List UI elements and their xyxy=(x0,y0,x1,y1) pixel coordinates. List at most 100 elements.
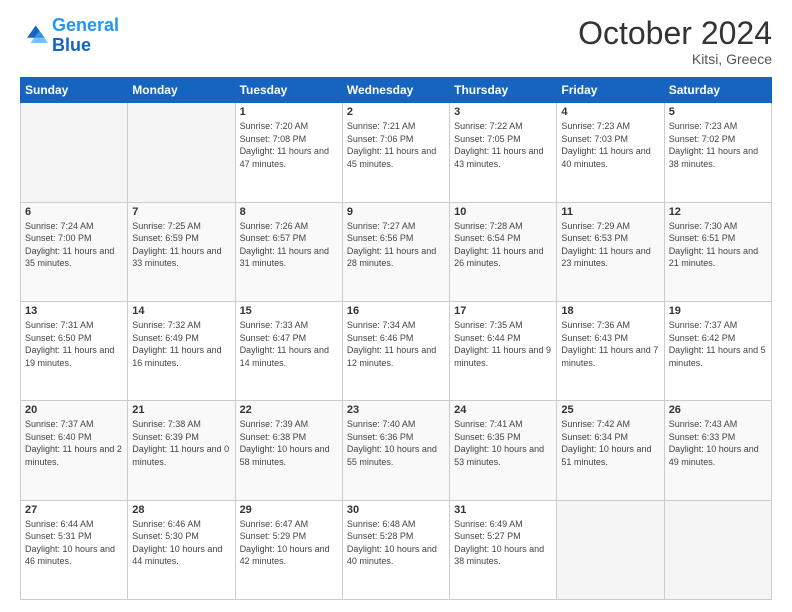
location: Kitsi, Greece xyxy=(578,51,772,67)
calendar-cell: 22 Sunrise: 7:39 AM Sunset: 6:38 PM Dayli… xyxy=(235,401,342,500)
day-info: Sunrise: 7:22 AM Sunset: 7:05 PM Dayligh… xyxy=(454,120,552,170)
day-number: 17 xyxy=(454,305,552,317)
day-number: 20 xyxy=(25,404,123,416)
calendar-cell: 19 Sunrise: 7:37 AM Sunset: 6:42 PM Dayli… xyxy=(664,301,771,400)
day-number: 11 xyxy=(561,206,659,218)
weekday-saturday: Saturday xyxy=(664,78,771,103)
day-info: Sunrise: 6:47 AM Sunset: 5:29 PM Dayligh… xyxy=(240,518,338,568)
day-number: 25 xyxy=(561,404,659,416)
day-number: 8 xyxy=(240,206,338,218)
month-title: October 2024 xyxy=(578,16,772,51)
day-number: 12 xyxy=(669,206,767,218)
weekday-monday: Monday xyxy=(128,78,235,103)
day-info: Sunrise: 7:24 AM Sunset: 7:00 PM Dayligh… xyxy=(25,220,123,270)
calendar-cell: 26 Sunrise: 7:43 AM Sunset: 6:33 PM Dayli… xyxy=(664,401,771,500)
calendar-cell: 24Sunrise: 7:41 AM Sunset: 6:35 PM Dayli… xyxy=(450,401,557,500)
day-number: 13 xyxy=(25,305,123,317)
day-number: 30 xyxy=(347,504,445,516)
day-info: Sunrise: 7:40 AM Sunset: 6:36 PM Dayligh… xyxy=(347,418,445,468)
day-number: 2 xyxy=(347,106,445,118)
day-info: Sunrise: 7:26 AM Sunset: 6:57 PM Dayligh… xyxy=(240,220,338,270)
day-info: Sunrise: 7:28 AM Sunset: 6:54 PM Dayligh… xyxy=(454,220,552,270)
weekday-header-row: SundayMondayTuesdayWednesdayThursdayFrid… xyxy=(21,78,772,103)
day-info: Sunrise: 7:21 AM Sunset: 7:06 PM Dayligh… xyxy=(347,120,445,170)
day-info: Sunrise: 7:43 AM Sunset: 6:33 PM Dayligh… xyxy=(669,418,767,468)
calendar-cell: 15Sunrise: 7:33 AM Sunset: 6:47 PM Dayli… xyxy=(235,301,342,400)
day-number: 18 xyxy=(561,305,659,317)
calendar-cell: 23Sunrise: 7:40 AM Sunset: 6:36 PM Dayli… xyxy=(342,401,449,500)
day-number: 6 xyxy=(25,206,123,218)
day-info: Sunrise: 7:37 AM Sunset: 6:40 PM Dayligh… xyxy=(25,418,123,468)
calendar-cell: 27 Sunrise: 6:44 AM Sunset: 5:31 PM Dayli… xyxy=(21,500,128,599)
logo-icon xyxy=(20,22,48,50)
calendar-cell xyxy=(557,500,664,599)
day-info: Sunrise: 7:27 AM Sunset: 6:56 PM Dayligh… xyxy=(347,220,445,270)
day-number: 22 xyxy=(240,404,338,416)
calendar-cell: 31 Sunrise: 6:49 AM Sunset: 5:27 PM Dayli… xyxy=(450,500,557,599)
calendar-cell: 14Sunrise: 7:32 AM Sunset: 6:49 PM Dayli… xyxy=(128,301,235,400)
day-info: Sunrise: 7:42 AM Sunset: 6:34 PM Dayligh… xyxy=(561,418,659,468)
calendar-week-row: 13 Sunrise: 7:31 AM Sunset: 6:50 PM Dayli… xyxy=(21,301,772,400)
calendar-cell: 12 Sunrise: 7:30 AM Sunset: 6:51 PM Dayli… xyxy=(664,202,771,301)
day-number: 21 xyxy=(132,404,230,416)
calendar-cell: 21Sunrise: 7:38 AM Sunset: 6:39 PM Dayli… xyxy=(128,401,235,500)
weekday-sunday: Sunday xyxy=(21,78,128,103)
calendar-cell xyxy=(128,103,235,202)
day-info: Sunrise: 7:37 AM Sunset: 6:42 PM Dayligh… xyxy=(669,319,767,369)
day-info: Sunrise: 6:44 AM Sunset: 5:31 PM Dayligh… xyxy=(25,518,123,568)
calendar-cell: 28Sunrise: 6:46 AM Sunset: 5:30 PM Dayli… xyxy=(128,500,235,599)
calendar-cell: 8 Sunrise: 7:26 AM Sunset: 6:57 PM Daylig… xyxy=(235,202,342,301)
day-info: Sunrise: 6:49 AM Sunset: 5:27 PM Dayligh… xyxy=(454,518,552,568)
day-info: Sunrise: 7:25 AM Sunset: 6:59 PM Dayligh… xyxy=(132,220,230,270)
day-info: Sunrise: 6:48 AM Sunset: 5:28 PM Dayligh… xyxy=(347,518,445,568)
day-number: 9 xyxy=(347,206,445,218)
day-info: Sunrise: 7:29 AM Sunset: 6:53 PM Dayligh… xyxy=(561,220,659,270)
title-block: October 2024 Kitsi, Greece xyxy=(578,16,772,67)
calendar-cell: 20 Sunrise: 7:37 AM Sunset: 6:40 PM Dayli… xyxy=(21,401,128,500)
calendar-cell: 11 Sunrise: 7:29 AM Sunset: 6:53 PM Dayli… xyxy=(557,202,664,301)
calendar-cell: 1Sunrise: 7:20 AM Sunset: 7:08 PM Daylig… xyxy=(235,103,342,202)
day-number: 5 xyxy=(669,106,767,118)
calendar-week-row: 27 Sunrise: 6:44 AM Sunset: 5:31 PM Dayli… xyxy=(21,500,772,599)
day-info: Sunrise: 7:30 AM Sunset: 6:51 PM Dayligh… xyxy=(669,220,767,270)
logo-line1: General xyxy=(52,15,119,35)
logo-line2: Blue xyxy=(52,35,91,55)
day-number: 31 xyxy=(454,504,552,516)
day-number: 10 xyxy=(454,206,552,218)
calendar-cell: 6 Sunrise: 7:24 AM Sunset: 7:00 PM Daylig… xyxy=(21,202,128,301)
calendar-cell: 25 Sunrise: 7:42 AM Sunset: 6:34 PM Dayli… xyxy=(557,401,664,500)
calendar-cell: 10 Sunrise: 7:28 AM Sunset: 6:54 PM Dayli… xyxy=(450,202,557,301)
day-info: Sunrise: 7:23 AM Sunset: 7:03 PM Dayligh… xyxy=(561,120,659,170)
calendar-page: General Blue October 2024 Kitsi, Greece … xyxy=(0,0,792,612)
day-number: 1 xyxy=(240,106,338,118)
day-number: 29 xyxy=(240,504,338,516)
calendar-cell xyxy=(21,103,128,202)
page-header: General Blue October 2024 Kitsi, Greece xyxy=(20,16,772,67)
day-number: 27 xyxy=(25,504,123,516)
calendar-cell: 9 Sunrise: 7:27 AM Sunset: 6:56 PM Daylig… xyxy=(342,202,449,301)
calendar-week-row: 6 Sunrise: 7:24 AM Sunset: 7:00 PM Daylig… xyxy=(21,202,772,301)
day-info: Sunrise: 7:34 AM Sunset: 6:46 PM Dayligh… xyxy=(347,319,445,369)
day-number: 4 xyxy=(561,106,659,118)
day-info: Sunrise: 6:46 AM Sunset: 5:30 PM Dayligh… xyxy=(132,518,230,568)
day-info: Sunrise: 7:32 AM Sunset: 6:49 PM Dayligh… xyxy=(132,319,230,369)
calendar-table: SundayMondayTuesdayWednesdayThursdayFrid… xyxy=(20,77,772,600)
logo: General Blue xyxy=(20,16,119,56)
day-info: Sunrise: 7:31 AM Sunset: 6:50 PM Dayligh… xyxy=(25,319,123,369)
day-number: 26 xyxy=(669,404,767,416)
calendar-cell: 18Sunrise: 7:36 AM Sunset: 6:43 PM Dayli… xyxy=(557,301,664,400)
calendar-cell: 30 Sunrise: 6:48 AM Sunset: 5:28 PM Dayli… xyxy=(342,500,449,599)
calendar-cell xyxy=(664,500,771,599)
day-info: Sunrise: 7:23 AM Sunset: 7:02 PM Dayligh… xyxy=(669,120,767,170)
calendar-cell: 29 Sunrise: 6:47 AM Sunset: 5:29 PM Dayli… xyxy=(235,500,342,599)
weekday-wednesday: Wednesday xyxy=(342,78,449,103)
logo-text: General Blue xyxy=(52,16,119,56)
day-info: Sunrise: 7:39 AM Sunset: 6:38 PM Dayligh… xyxy=(240,418,338,468)
weekday-tuesday: Tuesday xyxy=(235,78,342,103)
calendar-week-row: 1Sunrise: 7:20 AM Sunset: 7:08 PM Daylig… xyxy=(21,103,772,202)
day-number: 19 xyxy=(669,305,767,317)
calendar-cell: 3Sunrise: 7:22 AM Sunset: 7:05 PM Daylig… xyxy=(450,103,557,202)
calendar-cell: 13 Sunrise: 7:31 AM Sunset: 6:50 PM Dayli… xyxy=(21,301,128,400)
day-number: 7 xyxy=(132,206,230,218)
calendar-cell: 7 Sunrise: 7:25 AM Sunset: 6:59 PM Daylig… xyxy=(128,202,235,301)
